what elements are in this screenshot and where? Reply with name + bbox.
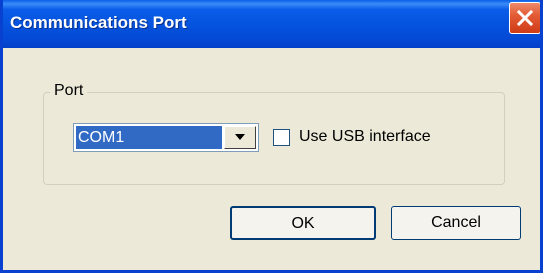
port-combobox-value[interactable]: COM1 (76, 126, 222, 149)
port-dropdown-button[interactable] (224, 126, 256, 149)
port-group-label: Port (50, 82, 88, 100)
use-usb-checkbox[interactable] (273, 129, 290, 146)
communications-port-dialog: Communications Port Port COM1 Use USB in… (0, 0, 543, 273)
use-usb-label[interactable]: Use USB interface (299, 128, 431, 146)
close-x-icon (516, 9, 534, 27)
cancel-button[interactable]: Cancel (391, 206, 521, 240)
close-button[interactable] (509, 2, 540, 34)
port-combobox[interactable]: COM1 (73, 123, 259, 152)
dropdown-arrow-icon (235, 134, 245, 140)
title-bar[interactable]: Communications Port (3, 0, 540, 48)
ok-button[interactable]: OK (230, 206, 376, 240)
dialog-title: Communications Port (10, 13, 187, 32)
